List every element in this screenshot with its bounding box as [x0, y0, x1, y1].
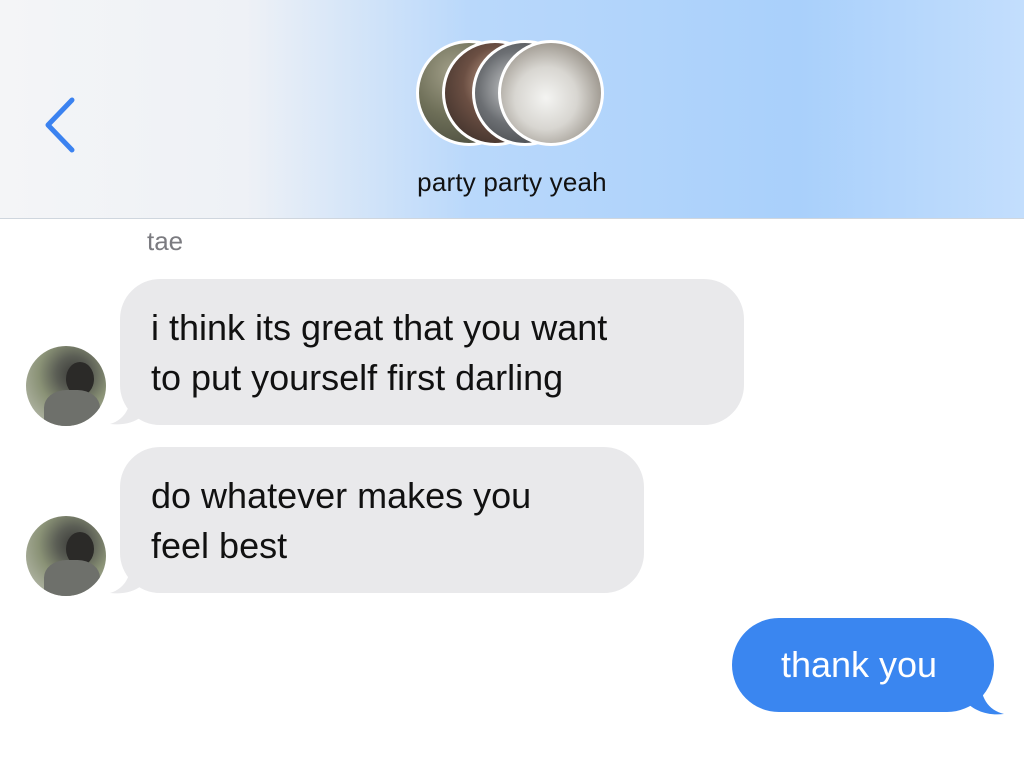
- message-bubble[interactable]: do whatever makes you feel best: [120, 447, 644, 593]
- group-avatar-stack[interactable]: [416, 40, 608, 152]
- sender-name: tae: [147, 226, 184, 256]
- sender-avatar[interactable]: [26, 516, 106, 596]
- message-text: to put yourself first darling: [151, 357, 564, 398]
- chevron-left-icon: [45, 97, 75, 153]
- messages-app: party party yeah tae i think its great t…: [0, 0, 1024, 766]
- conversation-header: party party yeah: [0, 0, 1024, 219]
- message-text: i think its great that you want: [151, 307, 608, 348]
- message-bubble[interactable]: i think its great that you want to put y…: [120, 279, 744, 425]
- group-member-avatar: [498, 40, 604, 146]
- sender-avatar[interactable]: [26, 346, 106, 426]
- message-text: feel best: [151, 525, 288, 566]
- outgoing-message-bubble[interactable]: thank you: [732, 618, 994, 712]
- message-text: thank you: [780, 644, 938, 685]
- group-name[interactable]: party party yeah: [0, 167, 1024, 198]
- back-button[interactable]: [30, 90, 90, 160]
- message-text: do whatever makes you: [151, 475, 532, 516]
